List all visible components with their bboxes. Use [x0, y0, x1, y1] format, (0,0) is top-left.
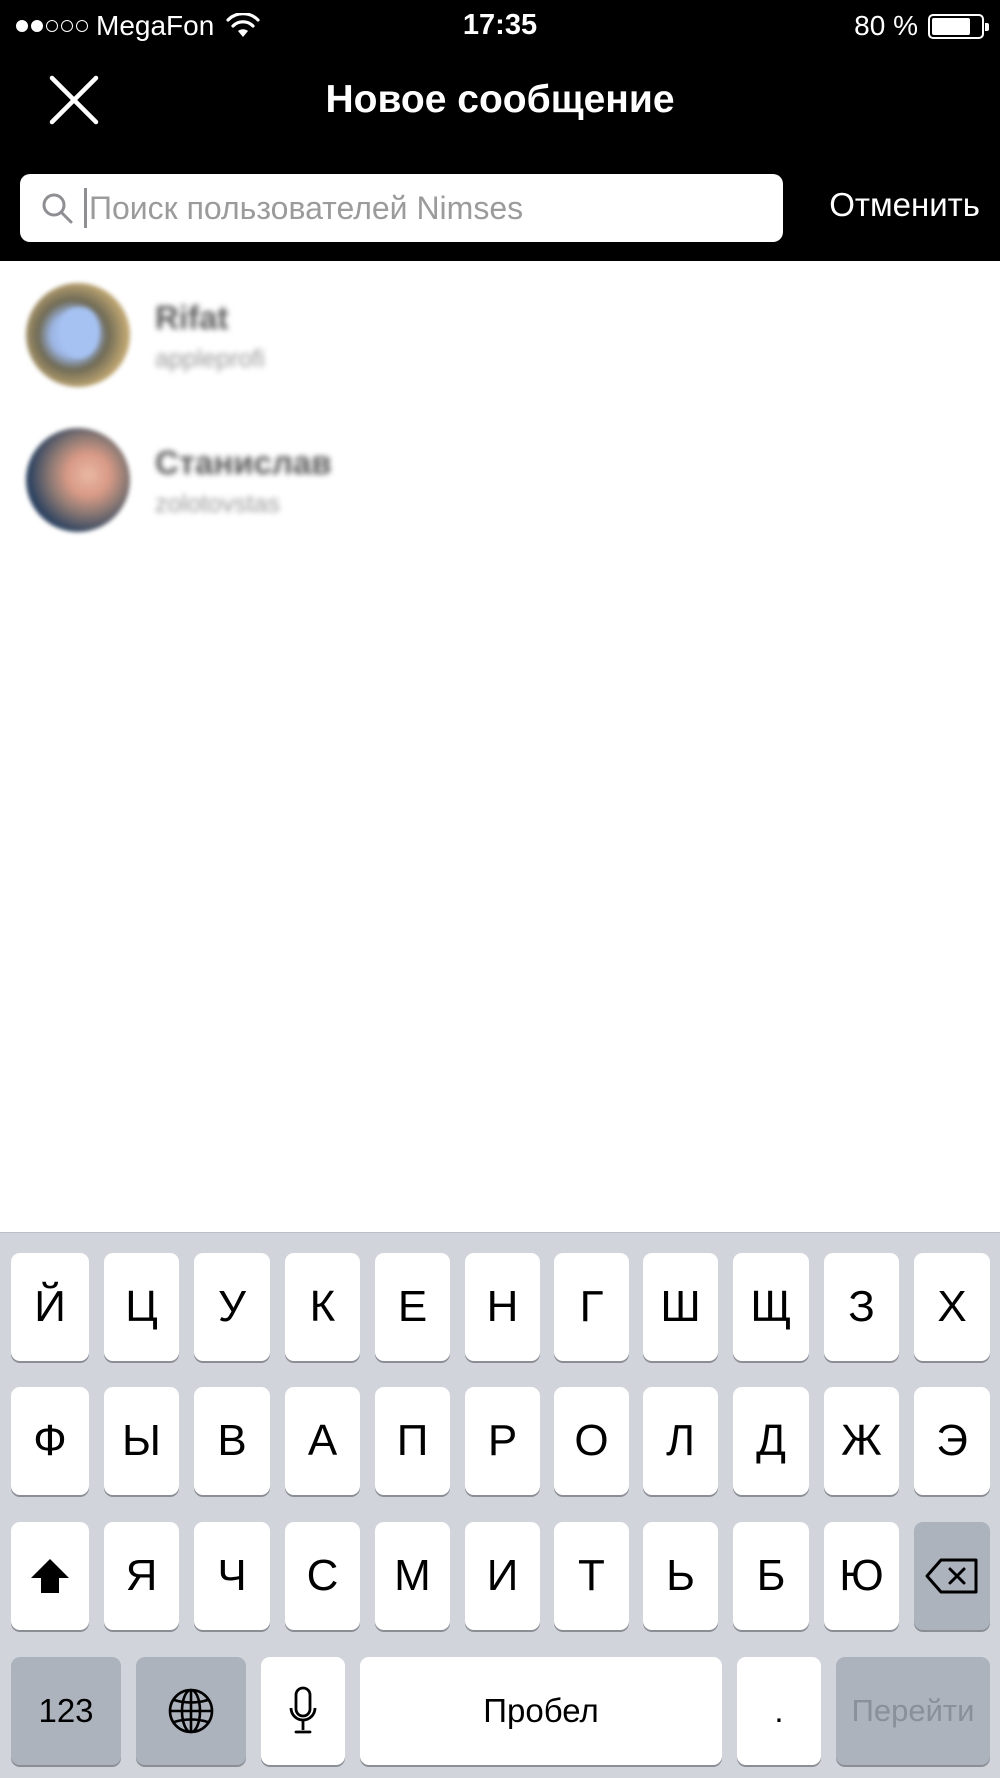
- key[interactable]: Я: [104, 1522, 179, 1630]
- top-bar: MegaFon 17:35 80 % Новое сообщение Поиск…: [0, 0, 1000, 261]
- battery-icon: [928, 13, 989, 39]
- apple-logo-icon: [58, 307, 100, 359]
- key[interactable]: Д: [733, 1387, 809, 1495]
- key[interactable]: В: [194, 1387, 270, 1495]
- status-right: 80 %: [854, 9, 989, 43]
- key[interactable]: Э: [914, 1387, 990, 1495]
- text-cursor: [84, 188, 87, 228]
- key[interactable]: П: [375, 1387, 450, 1495]
- nav-bar: Новое сообщение: [0, 52, 1000, 152]
- shift-key[interactable]: [11, 1522, 89, 1630]
- user-handle: zolotovstas: [155, 490, 281, 518]
- list-item[interactable]: Станислав zolotovstas: [0, 406, 1000, 551]
- key[interactable]: Ф: [11, 1387, 89, 1495]
- key[interactable]: Г: [554, 1253, 629, 1361]
- key[interactable]: И: [465, 1522, 540, 1630]
- backspace-key[interactable]: [914, 1522, 990, 1630]
- shift-icon: [31, 1559, 69, 1593]
- avatar: [26, 283, 130, 387]
- search-row: Отменить: [0, 174, 1000, 242]
- key[interactable]: Х: [914, 1253, 990, 1361]
- microphone-key[interactable]: [261, 1657, 345, 1765]
- key[interactable]: Т: [554, 1522, 629, 1630]
- key[interactable]: Ю: [824, 1522, 899, 1630]
- key[interactable]: Ш: [643, 1253, 718, 1361]
- status-time: 17:35: [462, 9, 538, 41]
- avatar: [26, 428, 130, 532]
- battery-tip: [985, 22, 989, 31]
- key[interactable]: Ы: [104, 1387, 179, 1495]
- user-name: Rifat: [155, 299, 229, 336]
- key[interactable]: Й: [11, 1253, 89, 1361]
- key[interactable]: М: [375, 1522, 450, 1630]
- key[interactable]: Ц: [104, 1253, 179, 1361]
- user-handle: appleprofi: [155, 345, 265, 373]
- user-list: Rifat appleprofi Станислав zolotovstas: [0, 261, 1000, 551]
- key[interactable]: Р: [465, 1387, 540, 1495]
- user-name: Станислав: [155, 444, 332, 481]
- key[interactable]: Е: [375, 1253, 450, 1361]
- search-icon: [42, 193, 73, 224]
- space-key[interactable]: Пробел: [360, 1657, 722, 1765]
- numbers-key[interactable]: 123: [11, 1657, 121, 1765]
- key[interactable]: К: [285, 1253, 360, 1361]
- period-key[interactable]: .: [737, 1657, 821, 1765]
- key[interactable]: Н: [465, 1253, 540, 1361]
- key[interactable]: О: [554, 1387, 629, 1495]
- search-box[interactable]: [20, 174, 783, 242]
- key[interactable]: З: [824, 1253, 899, 1361]
- microphone-icon: [289, 1686, 317, 1734]
- battery-fill: [932, 17, 971, 35]
- globe-icon: [168, 1688, 214, 1734]
- key[interactable]: Ж: [824, 1387, 899, 1495]
- key[interactable]: Б: [733, 1522, 809, 1630]
- key[interactable]: А: [285, 1387, 360, 1495]
- go-key[interactable]: Перейти: [836, 1657, 990, 1765]
- key[interactable]: У: [194, 1253, 270, 1361]
- key[interactable]: С: [285, 1522, 360, 1630]
- page-title: Новое сообщение: [325, 78, 675, 121]
- keyboard: Й Ц У К Е Н Г Ш Щ З Х Ф Ы В А П Р О Л Д …: [0, 1232, 1000, 1778]
- key[interactable]: Ч: [194, 1522, 270, 1630]
- list-item[interactable]: Rifat appleprofi: [0, 261, 1000, 406]
- backspace-icon: [925, 1558, 978, 1594]
- key[interactable]: Ь: [643, 1522, 718, 1630]
- battery-percent: 80 %: [854, 10, 918, 41]
- search-input[interactable]: [89, 189, 689, 227]
- key[interactable]: Щ: [733, 1253, 809, 1361]
- cancel-button[interactable]: Отменить: [829, 186, 980, 224]
- key[interactable]: Л: [643, 1387, 718, 1495]
- globe-key[interactable]: [136, 1657, 246, 1765]
- status-bar: MegaFon 17:35 80 %: [0, 0, 1000, 52]
